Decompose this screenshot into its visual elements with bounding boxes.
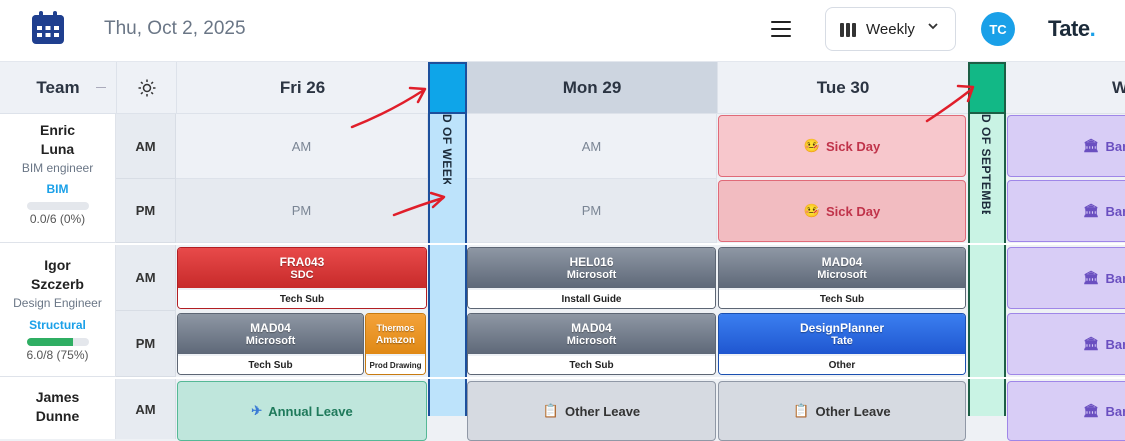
annotation-arrow — [392, 196, 445, 217]
annotation-arrow — [925, 87, 974, 123]
annotation-arrows — [350, 84, 975, 217]
annotation-arrow — [350, 88, 426, 129]
